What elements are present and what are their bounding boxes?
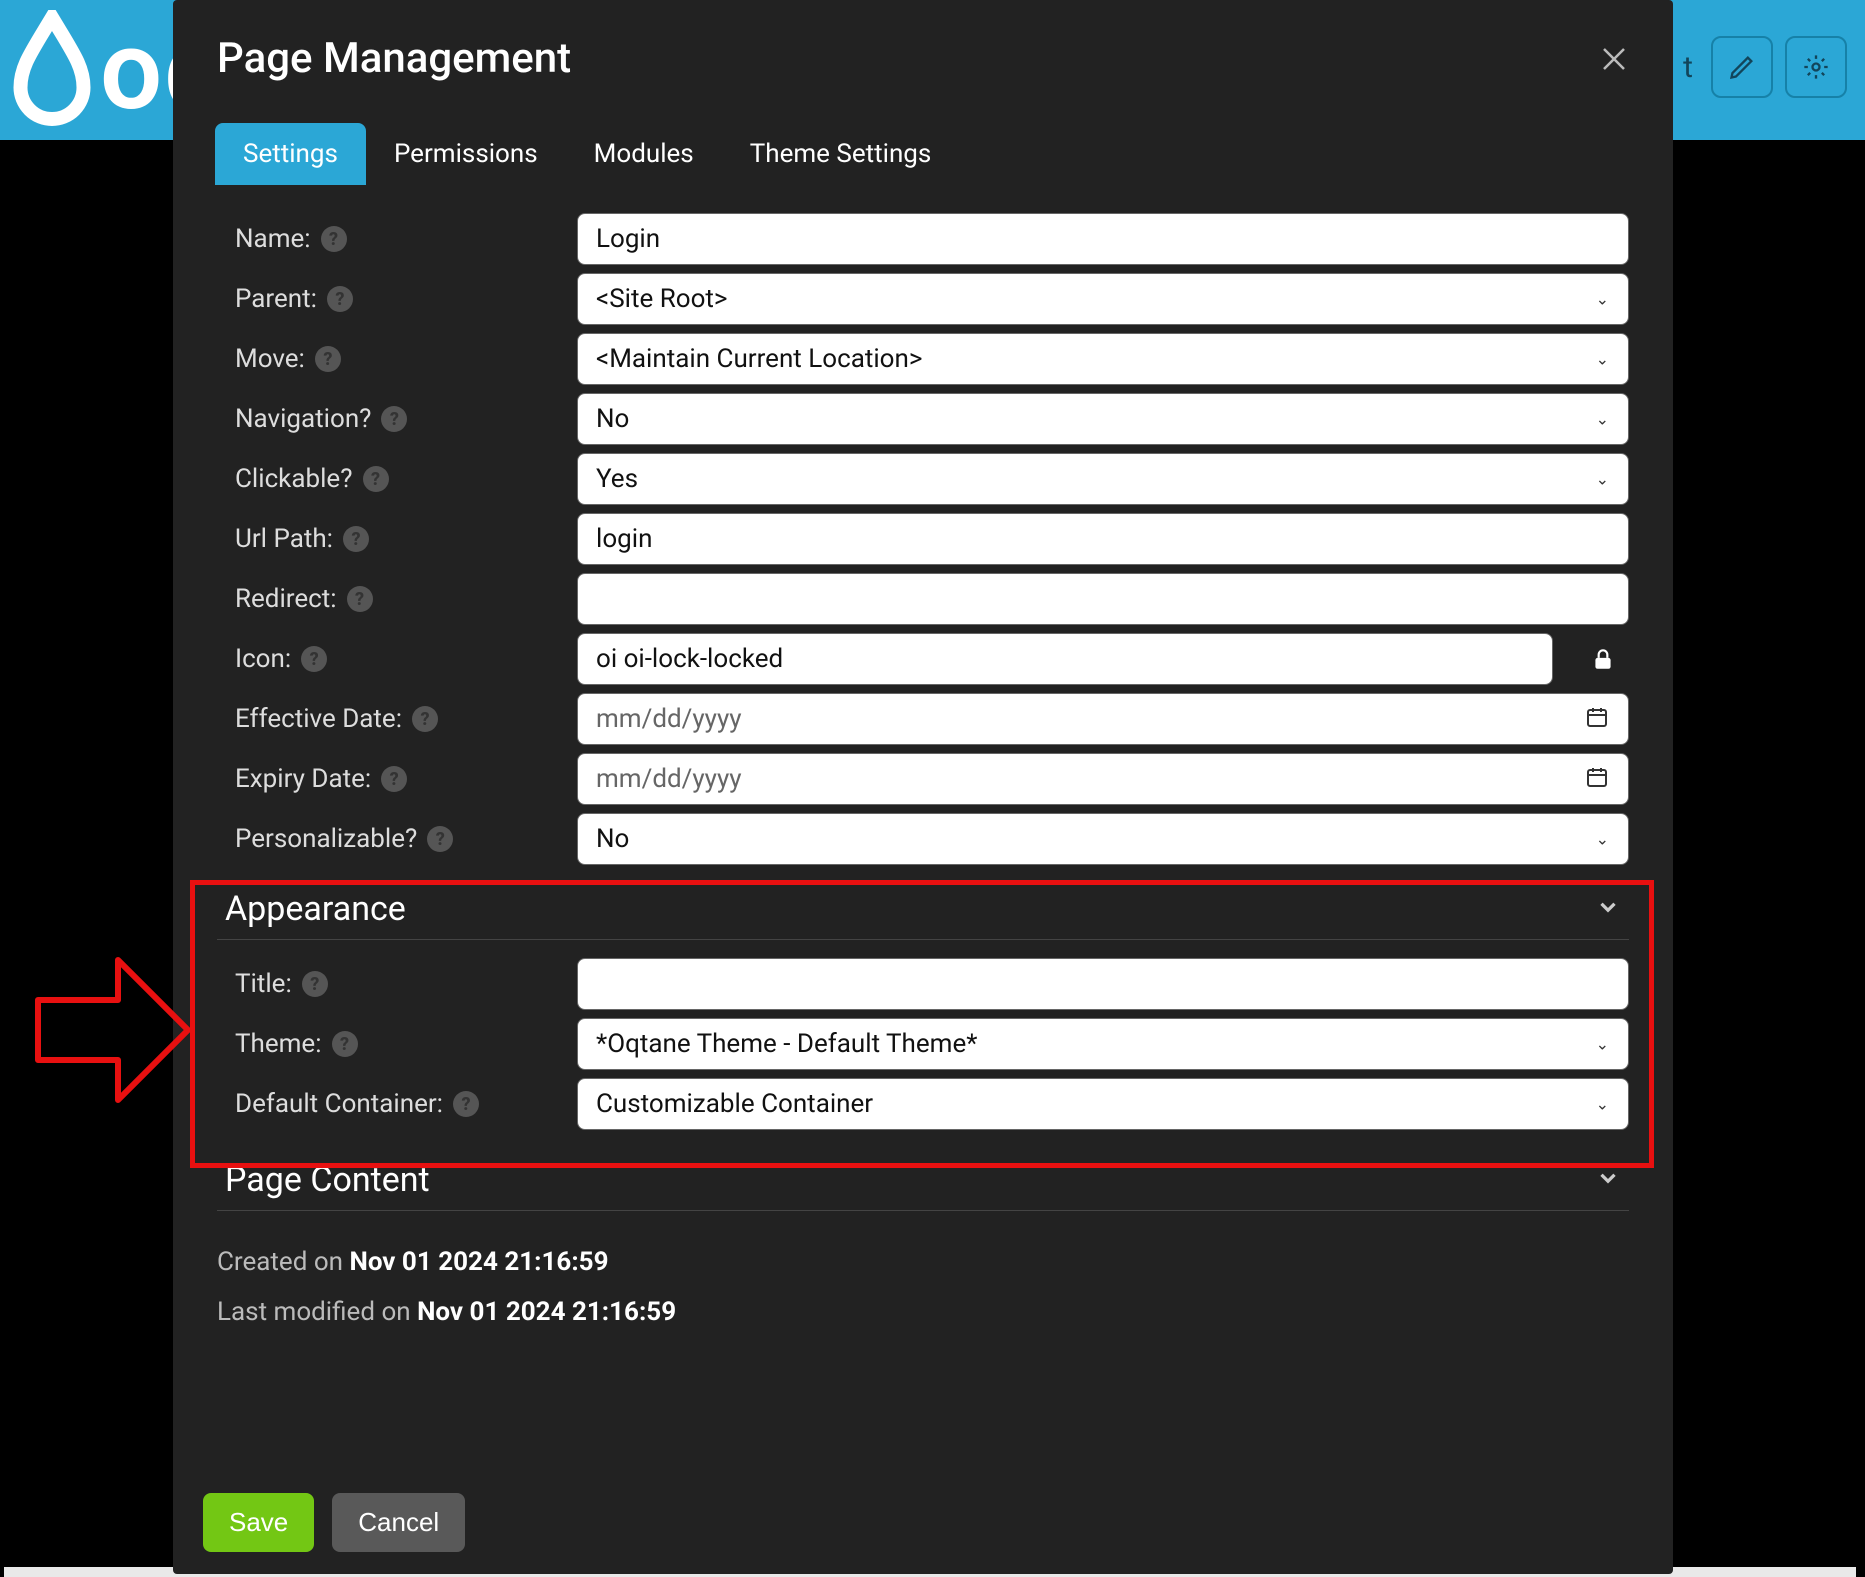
label-name: Name: (235, 224, 311, 254)
help-icon[interactable]: ? (327, 286, 353, 312)
help-icon[interactable]: ? (321, 226, 347, 252)
label-title: Title: (235, 969, 292, 999)
save-button[interactable]: Save (203, 1493, 314, 1552)
settings-button[interactable] (1785, 36, 1847, 98)
help-icon[interactable]: ? (347, 586, 373, 612)
effective-date-input[interactable] (577, 693, 1629, 745)
url-path-input[interactable] (577, 513, 1629, 565)
label-personalizable: Personalizable? (235, 824, 417, 854)
label-clickable: Clickable? (235, 464, 353, 494)
help-icon[interactable]: ? (381, 406, 407, 432)
label-expiry: Expiry Date: (235, 764, 371, 794)
expiry-date-input[interactable] (577, 753, 1629, 805)
icon-input[interactable] (577, 633, 1553, 685)
name-input[interactable] (577, 213, 1629, 265)
label-theme: Theme: (235, 1029, 322, 1059)
tabs: Settings Permissions Modules Theme Setti… (173, 123, 1673, 197)
meta-info: Created on Nov 01 2024 21:16:59 Last mod… (217, 1211, 1629, 1327)
help-icon[interactable]: ? (427, 826, 453, 852)
title-input[interactable] (577, 958, 1629, 1010)
annotation-arrow-icon (18, 950, 198, 1120)
cancel-button[interactable]: Cancel (332, 1493, 465, 1552)
page-content-header[interactable]: Page Content (217, 1148, 1629, 1211)
drop-icon (10, 10, 94, 130)
help-icon[interactable]: ? (332, 1031, 358, 1057)
label-navigation: Navigation? (235, 404, 371, 434)
gear-icon (1802, 53, 1830, 81)
help-icon[interactable]: ? (302, 971, 328, 997)
topbar-text-fragment: t (1683, 50, 1699, 85)
close-button[interactable] (1599, 44, 1629, 74)
label-redirect: Redirect: (235, 584, 337, 614)
tab-modules[interactable]: Modules (566, 123, 722, 185)
page-management-modal: Page Management Settings Permissions Mod… (173, 0, 1673, 1574)
navigation-select[interactable]: No (577, 393, 1629, 445)
help-icon[interactable]: ? (453, 1091, 479, 1117)
label-icon: Icon: (235, 644, 291, 674)
tab-theme-settings[interactable]: Theme Settings (722, 123, 960, 185)
help-icon[interactable]: ? (315, 346, 341, 372)
pencil-icon (1728, 53, 1756, 81)
move-select[interactable]: <Maintain Current Location> (577, 333, 1629, 385)
label-effective: Effective Date: (235, 704, 402, 734)
clickable-select[interactable]: Yes (577, 453, 1629, 505)
label-move: Move: (235, 344, 305, 374)
theme-select[interactable]: *Oqtane Theme - Default Theme* (577, 1018, 1629, 1070)
label-container: Default Container: (235, 1089, 443, 1119)
modal-title: Page Management (217, 34, 571, 83)
help-icon[interactable]: ? (412, 706, 438, 732)
chevron-down-icon (1595, 889, 1621, 929)
appearance-header[interactable]: Appearance (217, 877, 1629, 940)
close-icon (1599, 44, 1629, 74)
tab-settings[interactable]: Settings (215, 123, 366, 185)
help-icon[interactable]: ? (381, 766, 407, 792)
personalizable-select[interactable]: No (577, 813, 1629, 865)
label-parent: Parent: (235, 284, 317, 314)
lock-icon (1577, 646, 1629, 672)
appearance-title: Appearance (225, 889, 406, 929)
redirect-input[interactable] (577, 573, 1629, 625)
page-content-title: Page Content (225, 1160, 430, 1200)
help-icon[interactable]: ? (343, 526, 369, 552)
edit-button[interactable] (1711, 36, 1773, 98)
parent-select[interactable]: <Site Root> (577, 273, 1629, 325)
tab-permissions[interactable]: Permissions (366, 123, 566, 185)
container-select[interactable]: Customizable Container (577, 1078, 1629, 1130)
modified-line: Last modified on Nov 01 2024 21:16:59 (217, 1297, 1629, 1327)
chevron-down-icon (1595, 1160, 1621, 1200)
created-line: Created on Nov 01 2024 21:16:59 (217, 1247, 1629, 1277)
help-icon[interactable]: ? (363, 466, 389, 492)
help-icon[interactable]: ? (301, 646, 327, 672)
label-url-path: Url Path: (235, 524, 333, 554)
